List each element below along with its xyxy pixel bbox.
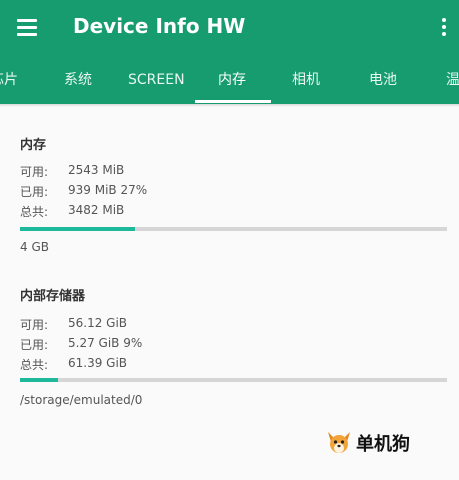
storage-used-label: 已用: [20, 338, 49, 352]
tab-chip[interactable]: 芯片 [0, 62, 18, 104]
storage-section-title: 内部存储器 [20, 289, 86, 304]
tab-camera[interactable]: 相机 [292, 62, 320, 104]
memory-size: 4 GB [20, 240, 49, 254]
tab-indicator [195, 100, 271, 103]
memory-used-value: 939 MiB 27% [68, 183, 148, 197]
tab-bar: 芯片 系统 SCREEN 内存 相机 电池 温 [0, 62, 459, 104]
storage-available-value: 56.12 GiB [68, 316, 128, 330]
storage-available-label: 可用: [20, 318, 49, 332]
memory-available-label: 可用: [20, 165, 49, 179]
memory-total-value: 3482 MiB [68, 203, 125, 217]
memory-usage-fill [20, 227, 136, 231]
watermark-logo: 单机狗 [326, 428, 436, 458]
dog-logo-icon [328, 432, 350, 453]
storage-path: /storage/emulated/0 [20, 393, 143, 407]
memory-total-label: 总共: [20, 205, 49, 219]
tab-screen[interactable]: SCREEN [128, 62, 185, 104]
app-title: Device Info HW [73, 14, 246, 38]
app-bar-shadow [0, 104, 459, 107]
tab-temperature[interactable]: 温 [446, 62, 459, 104]
memory-section-title: 内存 [20, 138, 47, 153]
menu-icon[interactable] [14, 14, 42, 40]
watermark-text: 单机狗 [356, 434, 410, 455]
more-options-icon[interactable] [437, 14, 451, 40]
storage-usage-fill [20, 378, 59, 382]
app-bar: Device Info HW 芯片 系统 SCREEN 内存 相机 电池 温 [0, 0, 459, 104]
tab-memory[interactable]: 内存 [218, 62, 246, 104]
tab-battery[interactable]: 电池 [369, 62, 397, 104]
tab-system[interactable]: 系统 [64, 62, 92, 104]
memory-available-value: 2543 MiB [68, 163, 125, 177]
memory-usage-bar [20, 227, 447, 231]
storage-used-value: 5.27 GiB 9% [68, 336, 143, 350]
storage-usage-bar [20, 378, 447, 382]
memory-used-label: 已用: [20, 185, 49, 199]
storage-total-label: 总共: [20, 358, 49, 372]
storage-total-value: 61.39 GiB [68, 356, 128, 370]
